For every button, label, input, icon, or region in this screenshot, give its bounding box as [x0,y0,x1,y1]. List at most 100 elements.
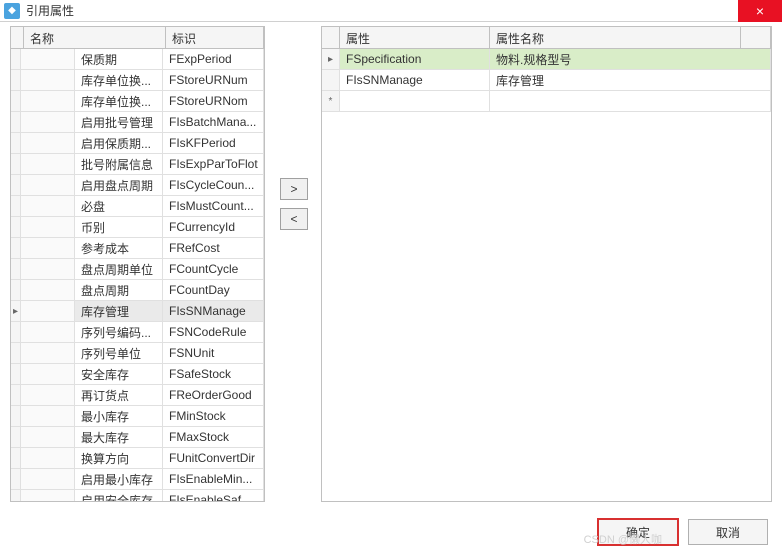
source-row[interactable]: 库存单位换...FStoreURNom [11,91,264,112]
tree-indent [21,322,75,342]
tree-indent [21,343,75,363]
target-row[interactable]: ▸FSpecification物料.规格型号 [322,49,771,70]
target-grid-body[interactable]: ▸FSpecification物料.规格型号FIsSNManage库存管理* [322,49,771,501]
cell-name: 序列号单位 [75,343,163,363]
tree-indent [21,70,75,90]
source-row[interactable]: 启用批号管理FIsBatchMana... [11,112,264,133]
cell-id: FIsEnableSaf... [163,490,264,501]
ok-button[interactable]: 确定 [598,519,678,545]
row-indicator [11,427,21,447]
cell-propname [490,91,771,111]
header-id[interactable]: 标识 [166,27,264,48]
cell-name: 币别 [75,217,163,237]
row-indicator [11,154,21,174]
tree-indent [21,154,75,174]
cell-id: FSafeStock [163,364,264,384]
cell-prop [340,91,490,111]
cell-name: 最大库存 [75,427,163,447]
cell-name: 保质期 [75,49,163,69]
source-row[interactable]: 参考成本FRefCost [11,238,264,259]
source-row[interactable]: 序列号编码...FSNCodeRule [11,322,264,343]
source-row[interactable]: 最小库存FMinStock [11,406,264,427]
source-row[interactable]: 换算方向FUnitConvertDir [11,448,264,469]
close-button[interactable]: × [738,0,782,22]
cell-id: FCurrencyId [163,217,264,237]
row-indicator [11,280,21,300]
tree-indent [21,280,75,300]
row-indicator [11,259,21,279]
cell-id: FMaxStock [163,427,264,447]
cancel-button[interactable]: 取消 [688,519,768,545]
cell-name: 启用最小库存 [75,469,163,489]
cell-name: 启用批号管理 [75,112,163,132]
row-indicator [11,469,21,489]
row-indicator [11,322,21,342]
row-indicator [11,217,21,237]
cell-id: FIsBatchMana... [163,112,264,132]
source-row[interactable]: 启用最小库存FIsEnableMin... [11,469,264,490]
source-row[interactable]: 必盘FIsMustCount... [11,196,264,217]
source-row[interactable]: 币别FCurrencyId [11,217,264,238]
source-row[interactable]: 盘点周期单位FCountCycle [11,259,264,280]
cell-id: FSNUnit [163,343,264,363]
source-row[interactable]: 序列号单位FSNUnit [11,343,264,364]
source-row[interactable]: 启用保质期...FIsKFPeriod [11,133,264,154]
cell-id: FIsKFPeriod [163,133,264,153]
header-propname[interactable]: 属性名称 [490,27,741,48]
source-row[interactable]: ▸库存管理FIsSNManage [11,301,264,322]
tree-indent [21,490,75,501]
source-grid-body[interactable]: 保质期FExpPeriod库存单位换...FStoreURNum库存单位换...… [11,49,264,501]
cell-name: 参考成本 [75,238,163,258]
row-indicator [11,343,21,363]
tree-indent [21,259,75,279]
source-row[interactable]: 再订货点FReOrderGood [11,385,264,406]
add-button[interactable]: > [280,178,308,200]
cell-name: 启用安全库存 [75,490,163,501]
cell-name: 盘点周期 [75,280,163,300]
tree-indent [21,301,75,321]
cell-name: 换算方向 [75,448,163,468]
header-name[interactable]: 名称 [24,27,166,48]
cell-prop: FSpecification [340,49,490,69]
cell-id: FIsSNManage [163,301,264,321]
tree-indent [21,112,75,132]
source-row[interactable]: 启用安全库存FIsEnableSaf... [11,490,264,501]
row-indicator [11,133,21,153]
tree-indent [21,91,75,111]
cell-id: FCountDay [163,280,264,300]
source-row[interactable]: 盘点周期FCountDay [11,280,264,301]
cell-id: FMinStock [163,406,264,426]
cell-propname: 库存管理 [490,70,771,90]
source-row[interactable]: 启用盘点周期FIsCycleCoun... [11,175,264,196]
row-indicator [11,175,21,195]
cell-name: 盘点周期单位 [75,259,163,279]
source-grid-header: 名称 标识 [11,27,264,49]
row-indicator [11,91,21,111]
cell-name: 启用保质期... [75,133,163,153]
tree-indent [21,49,75,69]
row-indicator [11,196,21,216]
remove-button[interactable]: < [280,208,308,230]
tree-indent [21,364,75,384]
cell-id: FIsEnableMin... [163,469,264,489]
cell-id: FStoreURNom [163,91,264,111]
row-indicator [11,448,21,468]
row-indicator: * [322,91,340,111]
tree-indent [21,133,75,153]
source-row[interactable]: 批号附属信息FIsExpParToFlot [11,154,264,175]
target-row[interactable]: FIsSNManage库存管理 [322,70,771,91]
cell-id: FRefCost [163,238,264,258]
row-indicator [11,385,21,405]
cell-name: 库存单位换... [75,91,163,111]
row-indicator [11,406,21,426]
header-prop[interactable]: 属性 [340,27,490,48]
target-row[interactable]: * [322,91,771,112]
cell-id: FUnitConvertDir [163,448,264,468]
cell-name: 必盘 [75,196,163,216]
row-indicator [11,70,21,90]
source-row[interactable]: 最大库存FMaxStock [11,427,264,448]
cell-name: 序列号编码... [75,322,163,342]
source-row[interactable]: 库存单位换...FStoreURNum [11,70,264,91]
source-row[interactable]: 保质期FExpPeriod [11,49,264,70]
source-row[interactable]: 安全库存FSafeStock [11,364,264,385]
